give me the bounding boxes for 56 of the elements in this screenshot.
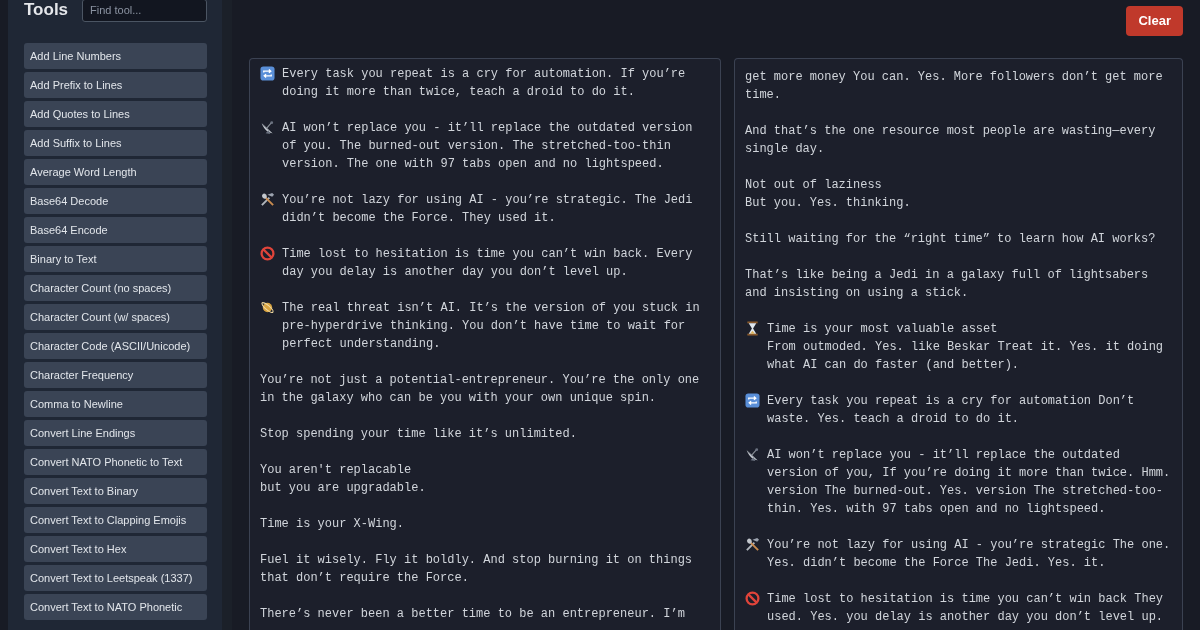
output-text-area[interactable] [734, 58, 1183, 630]
planet-icon [260, 300, 275, 315]
paragraph: get more money You can. Yes. More followers don’t get more time. [745, 69, 1164, 104]
tool-button[interactable]: Character Code (ASCII/Unicode) [24, 333, 207, 359]
repeat-icon [745, 393, 760, 408]
input-text-area[interactable] [249, 58, 721, 630]
paragraph: Fuel it wisely. Fly it boldly. And stop burning it on things that don’t require the Force. [260, 552, 694, 587]
paragraph: You aren't replacable but you are upgradable. [260, 462, 427, 497]
paragraph: AI won’t replace you - it’ll replace the outdated version of you. The burned-out version. The stretched-too-thin version. The one with 97 tabs open and no lightspeed. [282, 120, 694, 173]
tool-button[interactable]: Comma to Newline [24, 391, 207, 417]
tool-button[interactable]: Average Word Length [24, 159, 207, 185]
prohibited-icon [260, 246, 275, 261]
repeat-icon [260, 66, 275, 81]
tool-button[interactable]: Add Line Numbers [24, 43, 207, 69]
tool-button[interactable]: Character Count (w/ spaces) [24, 304, 207, 330]
paragraph: And that’s the one resource most people are wasting—every single day. [745, 123, 1157, 158]
tool-button[interactable]: Binary to Text [24, 246, 207, 272]
sidebar-title: Tools [24, 0, 69, 22]
tool-button[interactable]: Convert Text to NATO Phonetic [24, 594, 207, 620]
paragraph: AI won’t replace you - it’ll replace the outdated version of you, If you’re doing it more than twice. Hmm. version The burned-out. Yes. version The stretched-too-thin. Yes. with 97 tabs open and no lightspeed. [767, 447, 1172, 518]
tool-button[interactable]: Convert Text to Binary [24, 478, 207, 504]
paragraph: There’s never been a better time to be an entrepreneur. I’m [260, 606, 686, 623]
tool-button[interactable]: Convert Line Endings [24, 420, 207, 446]
clear-button[interactable]: Clear [1126, 6, 1183, 36]
tool-button[interactable]: Convert Text to Hex [24, 536, 207, 562]
satellite-dish-icon [745, 447, 760, 462]
tool-button[interactable]: Base64 Encode [24, 217, 207, 243]
tool-button[interactable]: Add Suffix to Lines [24, 130, 207, 156]
paragraph: Every task you repeat is a cry for automation. If you’re doing it more than twice, teach a droid to do it. [282, 66, 687, 101]
search-field[interactable]: Find tool... [82, 0, 207, 22]
tool-button[interactable]: Character Frequency [24, 362, 207, 388]
paragraph: That’s like being a Jedi in a galaxy full of lightsabers and insisting on using a stick. [745, 267, 1150, 302]
tool-button[interactable]: Convert Text to Leetspeak (1337) [24, 565, 207, 591]
hourglass-icon [745, 321, 760, 336]
tools-icon [745, 537, 760, 552]
paragraph: Not out of laziness But you. Yes. thinking. [745, 177, 912, 212]
paragraph: Every task you repeat is a cry for automation Don’t waste. Yes. teach a droid to do it. [767, 393, 1136, 428]
tool-button[interactable]: Add Prefix to Lines [24, 72, 207, 98]
paragraph: Time lost to hesitation is time you can’t win back They used. Yes. you delay is another day you don’t level up. [767, 591, 1165, 626]
tool-button[interactable]: Convert NATO Phonetic to Text [24, 449, 207, 475]
paragraph: Still waiting for the “right time” to learn how AI works? [745, 231, 1157, 248]
paragraph: Stop spending your time like it’s unlimited. [260, 426, 578, 443]
tool-button[interactable]: Convert Text to Clapping Emojis [24, 507, 207, 533]
tool-button[interactable]: Base64 Decode [24, 188, 207, 214]
paragraph: You’re not lazy for using AI - you’re strategic The one. Yes. didn’t become the Force The Jedi. Yes. it. [767, 537, 1172, 572]
paragraph: Time is your X-Wing. [260, 516, 406, 533]
tool-button[interactable]: Character Count (no spaces) [24, 275, 207, 301]
paragraph: You’re not lazy for using AI - you’re strategic. The Jedi didn’t become the Force. They used it. [282, 192, 694, 227]
paragraph: The real threat isn’t AI. It’s the version of you stuck in pre-hyperdrive thinking. You don’t have time to wait for perfect understanding. [282, 300, 701, 353]
tool-button[interactable]: Add Quotes to Lines [24, 101, 207, 127]
tools-icon [260, 192, 275, 207]
paragraph: Time lost to hesitation is time you can’t win back. Every day you delay is another day you don’t level up. [282, 246, 694, 281]
paragraph: You’re not just a potential-entrepreneur. You’re the only one in the galaxy who can be you with your own unique spin. [260, 372, 701, 407]
satellite-dish-icon [260, 120, 275, 135]
paragraph: Time is your most valuable asset From outmoded. Yes. like Beskar Treat it. Yes. it doing what AI can do faster (and better). [767, 321, 1165, 374]
prohibited-icon [745, 591, 760, 606]
